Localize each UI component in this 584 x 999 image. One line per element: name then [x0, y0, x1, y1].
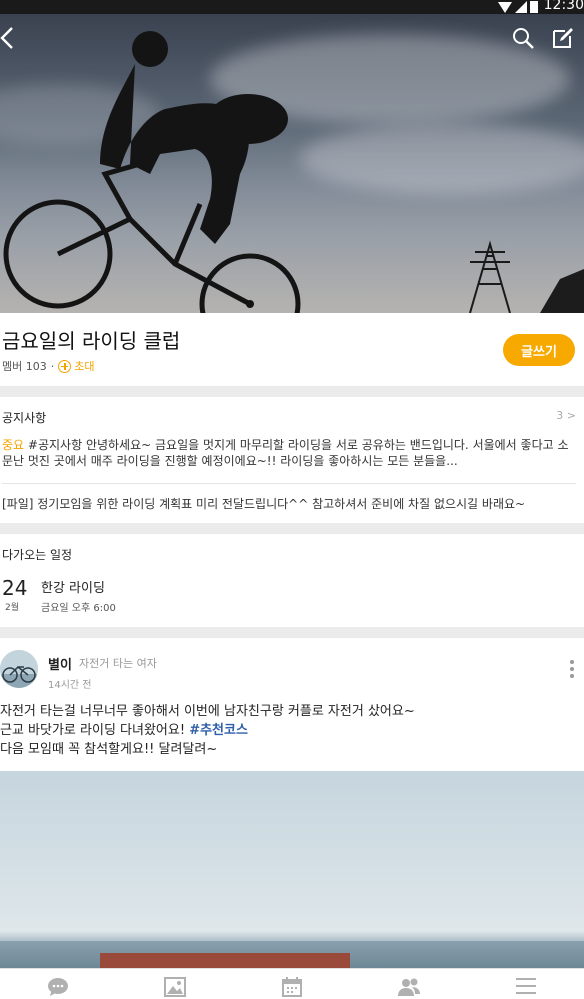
post-time: 14시간 전	[48, 680, 92, 691]
tab-photos[interactable]	[117, 969, 234, 999]
tab-members[interactable]	[350, 969, 467, 999]
seawall	[100, 953, 350, 968]
event-title[interactable]: 한강 라이딩	[41, 577, 105, 596]
post-author[interactable]: 별이	[48, 654, 72, 673]
avatar[interactable]	[0, 650, 38, 688]
signal-icon	[515, 1, 527, 13]
post-line-3: 다음 모임때 꼭 참석할게요!! 달려달려~	[0, 742, 218, 757]
back-arrow-icon[interactable]	[0, 26, 14, 54]
invite-button[interactable]: 초대	[58, 358, 94, 374]
post-author-desc: 자전거 타는 여자	[79, 657, 157, 670]
post-photo[interactable]	[0, 771, 584, 968]
important-badge: 중요	[2, 438, 25, 452]
event-time: 금요일 오후 6:00	[41, 603, 116, 614]
photo-icon	[164, 977, 187, 997]
notice-title: 공지사항	[2, 411, 47, 425]
notice-text: #공지사항 안녕하세요~ 금요일을 멋지게 마무리할 라이딩을 서로 공유하는 …	[2, 438, 569, 468]
schedule-title: 다가오는 일정	[2, 548, 73, 562]
band-header: 금요일의 라이딩 클럽 멤버 103 · 초대 글쓰기	[0, 313, 584, 386]
members-icon	[397, 977, 421, 997]
system-icons	[498, 1, 538, 13]
notice-divider	[2, 483, 576, 484]
invite-label: 초대	[74, 360, 95, 373]
plus-circle-icon	[58, 359, 72, 373]
event-month: 2월	[5, 603, 20, 613]
schedule-section: 다가오는 일정 24 2월 한강 라이딩 금요일 오후 6:00	[0, 534, 584, 627]
menu-icon	[515, 977, 537, 995]
notice-count-link[interactable]: 3 >	[556, 409, 576, 422]
meta-separator: ·	[50, 359, 55, 373]
search-icon[interactable]	[511, 26, 535, 54]
band-meta: 멤버 103 · 초대	[2, 358, 94, 374]
notice-file-item[interactable]: [파일] 정기모임을 위한 라이딩 계획표 미리 전달드립니다^^ 참고하셔서 …	[2, 495, 525, 512]
post-card: 별이 자전거 타는 여자 14시간 전 자전거 타는걸 너무너무 좋아해서 이번…	[0, 638, 584, 968]
notice-item[interactable]: 중요 #공지사항 안녕하세요~ 금요일을 멋지게 마무리할 라이딩을 서로 공유…	[2, 437, 572, 469]
hashtag-link[interactable]: #추천코스	[189, 723, 248, 738]
post-line-2: 근교 바닷가로 라이딩 다녀왔어요! #추천코스	[0, 723, 248, 738]
post-line-1: 자전거 타는걸 너무너무 좋아해서 이번에 남자친구랑 커플로 자전거 샀어요~	[0, 704, 415, 719]
band-title: 금요일의 라이딩 클럽	[2, 329, 181, 353]
chat-bubble-icon	[47, 977, 69, 997]
write-button[interactable]: 글쓰기	[503, 334, 575, 366]
status-time: 12:30	[543, 0, 584, 13]
tab-posts[interactable]	[0, 969, 117, 999]
status-bar: 12:30	[0, 0, 584, 14]
member-count: 멤버 103	[2, 360, 47, 373]
calendar-icon	[281, 977, 303, 997]
bottom-tab-bar	[0, 968, 584, 999]
event-day: 24	[2, 576, 28, 600]
notice-section: 공지사항 3 > 중요 #공지사항 안녕하세요~ 금요일을 멋지게 마무리할 라…	[0, 397, 584, 523]
battery-icon	[530, 1, 538, 13]
post-body[interactable]: 자전거 타는걸 너무너무 좋아해서 이번에 남자친구랑 커플로 자전거 샀어요~…	[0, 702, 415, 759]
tab-menu[interactable]	[467, 969, 584, 999]
cyclist-silhouette	[3, 31, 584, 313]
tab-calendar[interactable]	[234, 969, 351, 999]
wifi-icon	[498, 2, 512, 13]
more-vertical-icon[interactable]	[570, 660, 574, 678]
cover-photo	[0, 14, 584, 313]
edit-icon[interactable]	[551, 26, 575, 54]
